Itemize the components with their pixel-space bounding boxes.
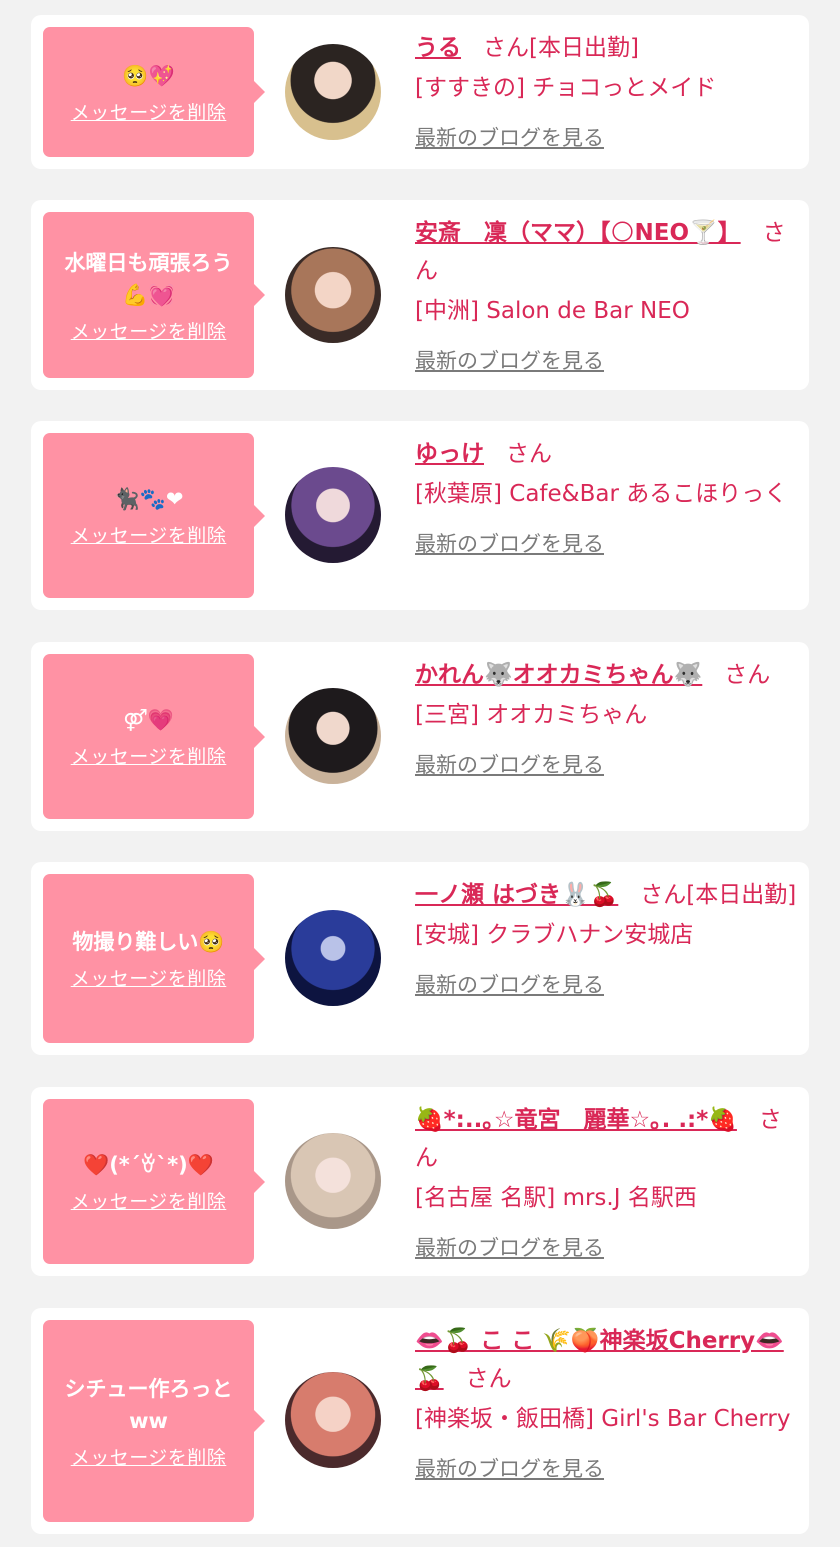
- shop-name: [すすきの] チョコっとメイド: [415, 75, 717, 101]
- delete-message-link[interactable]: メッセージを削除: [71, 742, 227, 769]
- latest-blog-link[interactable]: 最新のブログを見る: [415, 525, 604, 563]
- message-text: 物撮り難しい🥺: [72, 930, 225, 954]
- shop-name: [中洲] Salon de Bar NEO: [415, 298, 690, 324]
- name-suffix: さん: [465, 1366, 512, 1392]
- message-bubble: 水曜日も頑張ろう💪💓 メッセージを削除: [43, 212, 265, 378]
- profile-info: かれん🐺オオカミちゃん🐺 さん [三宮] オオカミちゃん 最新のブログを見る: [415, 656, 797, 784]
- name-line: 安斎 凜（ママ）【🌕NEO🍸】 さん: [415, 214, 797, 290]
- shop-name: [神楽坂・飯田橋] Girl's Bar Cherry: [415, 1406, 791, 1432]
- message-text: ⚤💗: [123, 708, 174, 732]
- name-line: うる さん[本日出勤]: [415, 29, 797, 67]
- favorites-list: 🥺💖 メッセージを削除 うる さん[本日出勤] [すすきの] チョコっとメイド 最…: [0, 0, 840, 1547]
- latest-blog-link[interactable]: 最新のブログを見る: [415, 119, 604, 157]
- delete-message-link[interactable]: メッセージを削除: [71, 1187, 227, 1214]
- avatar[interactable]: [285, 247, 381, 343]
- name-suffix: さん: [506, 441, 552, 467]
- message-bubble: 🥺💖 メッセージを削除: [43, 27, 265, 157]
- name-suffix: さん[本日出勤]: [483, 35, 639, 61]
- name-line: 一ノ瀬 はづき🐰🍒 さん[本日出勤]: [415, 876, 797, 914]
- message-bubble: シチュー作ろっとww メッセージを削除: [43, 1320, 265, 1522]
- message-text: 水曜日も頑張ろう💪💓: [64, 250, 233, 307]
- favorite-card: 🐈‍⬛🐾❤ メッセージを削除 ゆっけ さん [秋葉原] Cafe&Bar あるこほ…: [31, 421, 809, 610]
- latest-blog-link[interactable]: 最新のブログを見る: [415, 966, 604, 1004]
- latest-blog-link[interactable]: 最新のブログを見る: [415, 342, 604, 380]
- cast-name-link[interactable]: かれん🐺オオカミちゃん🐺: [415, 662, 702, 688]
- message-text: シチュー作ろっとww: [64, 1376, 233, 1433]
- latest-blog-link[interactable]: 最新のブログを見る: [415, 1450, 604, 1488]
- cast-name-link[interactable]: 一ノ瀬 はづき🐰🍒: [415, 882, 618, 908]
- message-bubble: 🐈‍⬛🐾❤ メッセージを削除: [43, 433, 265, 598]
- delete-message-link[interactable]: メッセージを削除: [71, 98, 227, 125]
- delete-message-link[interactable]: メッセージを削除: [71, 521, 227, 548]
- favorite-card: 水曜日も頑張ろう💪💓 メッセージを削除 安斎 凜（ママ）【🌕NEO🍸】 さん [中…: [31, 200, 809, 390]
- cast-name-link[interactable]: 安斎 凜（ママ）【🌕NEO🍸】: [415, 220, 741, 246]
- message-bubble: ❤️(*´ꈊ`*)❤️ メッセージを削除: [43, 1099, 265, 1264]
- favorite-card: 物撮り難しい🥺 メッセージを削除 一ノ瀬 はづき🐰🍒 さん[本日出勤] [安城] …: [31, 862, 809, 1055]
- profile-info: 安斎 凜（ママ）【🌕NEO🍸】 さん [中洲] Salon de Bar NEO …: [415, 214, 797, 380]
- cast-name-link[interactable]: うる: [415, 35, 461, 61]
- message-text: 🐈‍⬛🐾❤: [113, 487, 184, 511]
- message-bubble: 物撮り難しい🥺 メッセージを削除: [43, 874, 265, 1043]
- delete-message-link[interactable]: メッセージを削除: [71, 1443, 227, 1470]
- favorite-card: ⚤💗 メッセージを削除 かれん🐺オオカミちゃん🐺 さん [三宮] オオカミちゃん …: [31, 642, 809, 831]
- shop-name: [名古屋 名駅] mrs.J 名駅西: [415, 1185, 697, 1211]
- shop-name: [安城] クラブハナン安城店: [415, 922, 694, 948]
- shop-name: [三宮] オオカミちゃん: [415, 702, 648, 728]
- avatar[interactable]: [285, 467, 381, 563]
- profile-info: 👄🍒 こ こ 🌾🍑神楽坂Cherry👄🍒 さん [神楽坂・飯田橋] Girl's …: [415, 1322, 797, 1488]
- name-suffix: さん: [724, 662, 771, 688]
- profile-info: うる さん[本日出勤] [すすきの] チョコっとメイド 最新のブログを見る: [415, 29, 797, 157]
- delete-message-link[interactable]: メッセージを削除: [71, 317, 227, 344]
- name-line: 🍓*:..｡☆竜宮 麗華☆｡. .:*🍓 さん: [415, 1101, 797, 1177]
- avatar[interactable]: [285, 44, 381, 140]
- favorite-card: ❤️(*´ꈊ`*)❤️ メッセージを削除 🍓*:..｡☆竜宮 麗華☆｡. .:*…: [31, 1087, 809, 1276]
- name-line: かれん🐺オオカミちゃん🐺 さん: [415, 656, 797, 694]
- profile-info: 🍓*:..｡☆竜宮 麗華☆｡. .:*🍓 さん [名古屋 名駅] mrs.J 名駅…: [415, 1101, 797, 1267]
- name-line: 👄🍒 こ こ 🌾🍑神楽坂Cherry👄🍒 さん: [415, 1322, 797, 1398]
- profile-info: ゆっけ さん [秋葉原] Cafe&Bar あるこほりっく 最新のブログを見る: [415, 435, 797, 563]
- message-bubble: ⚤💗 メッセージを削除: [43, 654, 265, 819]
- latest-blog-link[interactable]: 最新のブログを見る: [415, 746, 604, 784]
- delete-message-link[interactable]: メッセージを削除: [71, 964, 227, 991]
- cast-name-link[interactable]: 🍓*:..｡☆竜宮 麗華☆｡. .:*🍓: [415, 1107, 737, 1133]
- favorite-card: シチュー作ろっとww メッセージを削除 👄🍒 こ こ 🌾🍑神楽坂Cherry👄🍒…: [31, 1308, 809, 1534]
- avatar[interactable]: [285, 688, 381, 784]
- latest-blog-link[interactable]: 最新のブログを見る: [415, 1229, 604, 1267]
- cast-name-link[interactable]: ゆっけ: [415, 441, 484, 467]
- message-text: 🥺💖: [122, 63, 175, 88]
- name-line: ゆっけ さん: [415, 435, 797, 473]
- message-text: ❤️(*´ꈊ`*)❤️: [83, 1153, 214, 1177]
- name-suffix: さん[本日出勤]: [640, 882, 797, 908]
- profile-info: 一ノ瀬 はづき🐰🍒 さん[本日出勤] [安城] クラブハナン安城店 最新のブログを…: [415, 876, 797, 1004]
- avatar[interactable]: [285, 910, 381, 1006]
- avatar[interactable]: [285, 1372, 381, 1468]
- avatar[interactable]: [285, 1133, 381, 1229]
- shop-name: [秋葉原] Cafe&Bar あるこほりっく: [415, 481, 788, 507]
- favorite-card: 🥺💖 メッセージを削除 うる さん[本日出勤] [すすきの] チョコっとメイド 最…: [31, 15, 809, 169]
